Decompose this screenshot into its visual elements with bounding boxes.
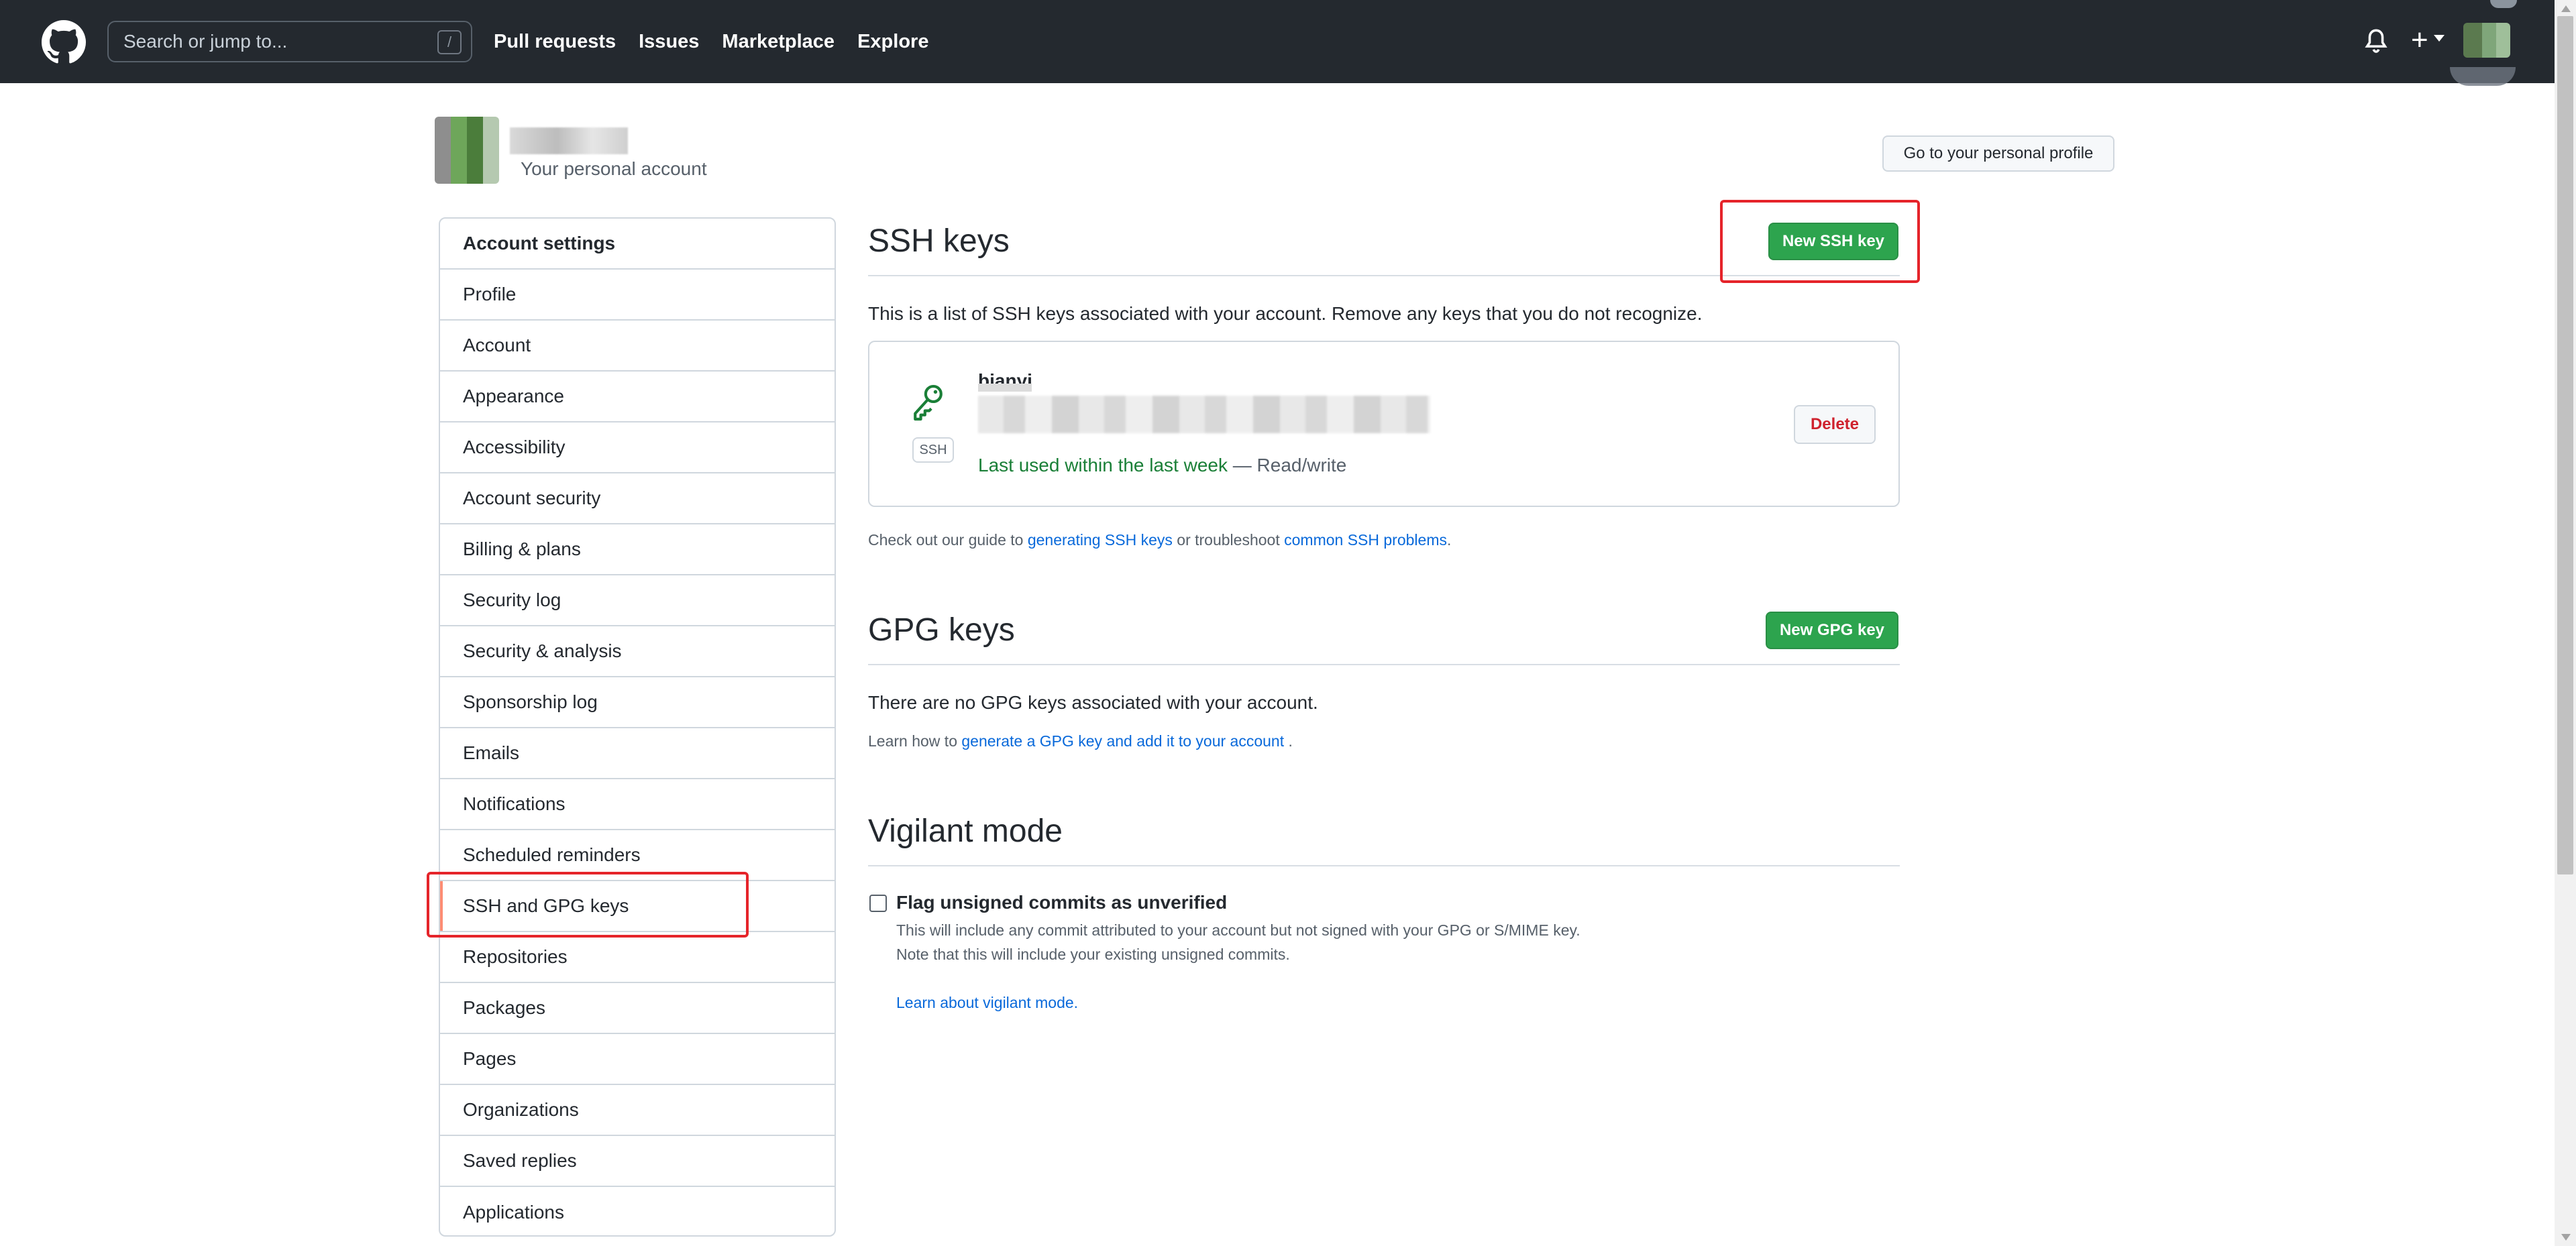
ssh-key-card: SSH bianyi Last used within the last wee… <box>868 341 1900 507</box>
ssh-key-meta: Last used within the last week — Read/wr… <box>978 455 1346 476</box>
key-icon <box>914 384 943 421</box>
nav-pull-requests[interactable]: Pull requests <box>494 31 616 53</box>
gpg-learn-prefix: Learn how to <box>868 732 962 750</box>
bell-icon[interactable] <box>2364 28 2388 55</box>
sidebar-item-organizations[interactable]: Organizations <box>440 1085 835 1136</box>
vigilant-note-1: This will include any commit attributed … <box>896 921 1580 939</box>
generating-ssh-keys-link[interactable]: generating SSH keys <box>1028 531 1173 549</box>
chevron-down-icon[interactable] <box>2434 35 2445 42</box>
key-access: — Read/write <box>1227 455 1347 475</box>
nav-marketplace[interactable]: Marketplace <box>722 31 835 53</box>
search-shortcut-key: / <box>437 30 462 54</box>
scrollbar-thumb[interactable] <box>2557 16 2573 874</box>
gpg-learn-text: Learn how to generate a GPG key and add … <box>868 732 1293 750</box>
user-avatar[interactable] <box>2463 23 2510 58</box>
guide-prefix: Check out our guide to <box>868 531 1028 549</box>
learn-vigilant-mode-link[interactable]: Learn about vigilant mode. <box>896 994 1078 1012</box>
create-new-plus-icon[interactable]: + <box>2411 24 2428 56</box>
ssh-badge: SSH <box>912 437 954 463</box>
avatar-edge <box>2490 0 2517 8</box>
scroll-up-icon[interactable] <box>2561 5 2571 12</box>
account-subtitle: Your personal account <box>521 158 707 179</box>
sidebar-item-saved-replies[interactable]: Saved replies <box>440 1136 835 1187</box>
delete-ssh-key-button[interactable]: Delete <box>1794 405 1876 444</box>
sidebar-item-emails[interactable]: Emails <box>440 728 835 779</box>
page-scrollbar[interactable] <box>2555 0 2576 1246</box>
flag-unsigned-checkbox[interactable] <box>869 895 887 912</box>
key-last-used: Last used within the last week <box>978 455 1228 475</box>
go-to-profile-button[interactable]: Go to your personal profile <box>1882 135 2114 172</box>
top-nav: Pull requests Issues Marketplace Explore <box>494 0 951 83</box>
gpg-keys-heading: GPG keys <box>868 612 1015 648</box>
vigilant-mode-heading: Vigilant mode <box>868 813 1063 849</box>
ssh-keys-heading: SSH keys <box>868 223 1010 259</box>
ssh-description: This is a list of SSH keys associated wi… <box>868 303 1703 324</box>
flag-unsigned-label[interactable]: Flag unsigned commits as unverified <box>896 892 1227 913</box>
nav-explore[interactable]: Explore <box>857 31 928 53</box>
gpg-empty-text: There are no GPG keys associated with yo… <box>868 692 1318 713</box>
avatar-shadow <box>2450 67 2516 86</box>
sidebar-item-sponsorship-log[interactable]: Sponsorship log <box>440 677 835 728</box>
highlight-box-sidebar <box>427 872 749 938</box>
sidebar-item-security-log[interactable]: Security log <box>440 575 835 626</box>
sidebar-item-pages[interactable]: Pages <box>440 1034 835 1085</box>
gpg-learn-suffix: . <box>1284 732 1293 750</box>
guide-suffix: . <box>1446 531 1452 549</box>
new-gpg-key-button[interactable]: New GPG key <box>1766 612 1898 649</box>
search-input[interactable]: Search or jump to... / <box>107 21 472 62</box>
sidebar-heading: Account settings <box>440 219 835 270</box>
key-fingerprint-redacted <box>978 396 1430 433</box>
account-name-redacted <box>510 127 628 154</box>
common-ssh-problems-link[interactable]: common SSH problems <box>1284 531 1447 549</box>
scroll-down-icon[interactable] <box>2561 1234 2571 1241</box>
guide-mid: or troubleshoot <box>1172 531 1285 549</box>
nav-issues[interactable]: Issues <box>639 31 699 53</box>
sidebar-item-account-security[interactable]: Account security <box>440 473 835 524</box>
key-title-redacted <box>978 384 1032 392</box>
sidebar-item-account[interactable]: Account <box>440 321 835 372</box>
sidebar-item-profile[interactable]: Profile <box>440 270 835 321</box>
github-logo-icon[interactable] <box>42 20 86 64</box>
generate-gpg-key-link[interactable]: generate a GPG key and add it to your ac… <box>961 732 1284 750</box>
top-header: Search or jump to... / Pull requests Iss… <box>0 0 2555 86</box>
sidebar-item-accessibility[interactable]: Accessibility <box>440 422 835 473</box>
sidebar-item-appearance[interactable]: Appearance <box>440 372 835 422</box>
settings-sidebar: Account settings Profile Account Appeara… <box>439 217 836 1237</box>
vigilant-note-2: Note that this will include your existin… <box>896 946 1290 963</box>
search-placeholder: Search or jump to... <box>123 31 288 52</box>
sidebar-item-packages[interactable]: Packages <box>440 983 835 1034</box>
sidebar-item-billing[interactable]: Billing & plans <box>440 524 835 575</box>
vigilant-divider <box>868 865 1900 866</box>
sidebar-item-repositories[interactable]: Repositories <box>440 932 835 983</box>
highlight-box-new-ssh <box>1720 200 1920 283</box>
account-avatar[interactable] <box>435 117 499 184</box>
sidebar-item-security-analysis[interactable]: Security & analysis <box>440 626 835 677</box>
sidebar-item-applications[interactable]: Applications <box>440 1187 835 1235</box>
ssh-guide-text: Check out our guide to generating SSH ke… <box>868 531 1451 549</box>
sidebar-item-notifications[interactable]: Notifications <box>440 779 835 830</box>
gpg-divider <box>868 664 1900 665</box>
